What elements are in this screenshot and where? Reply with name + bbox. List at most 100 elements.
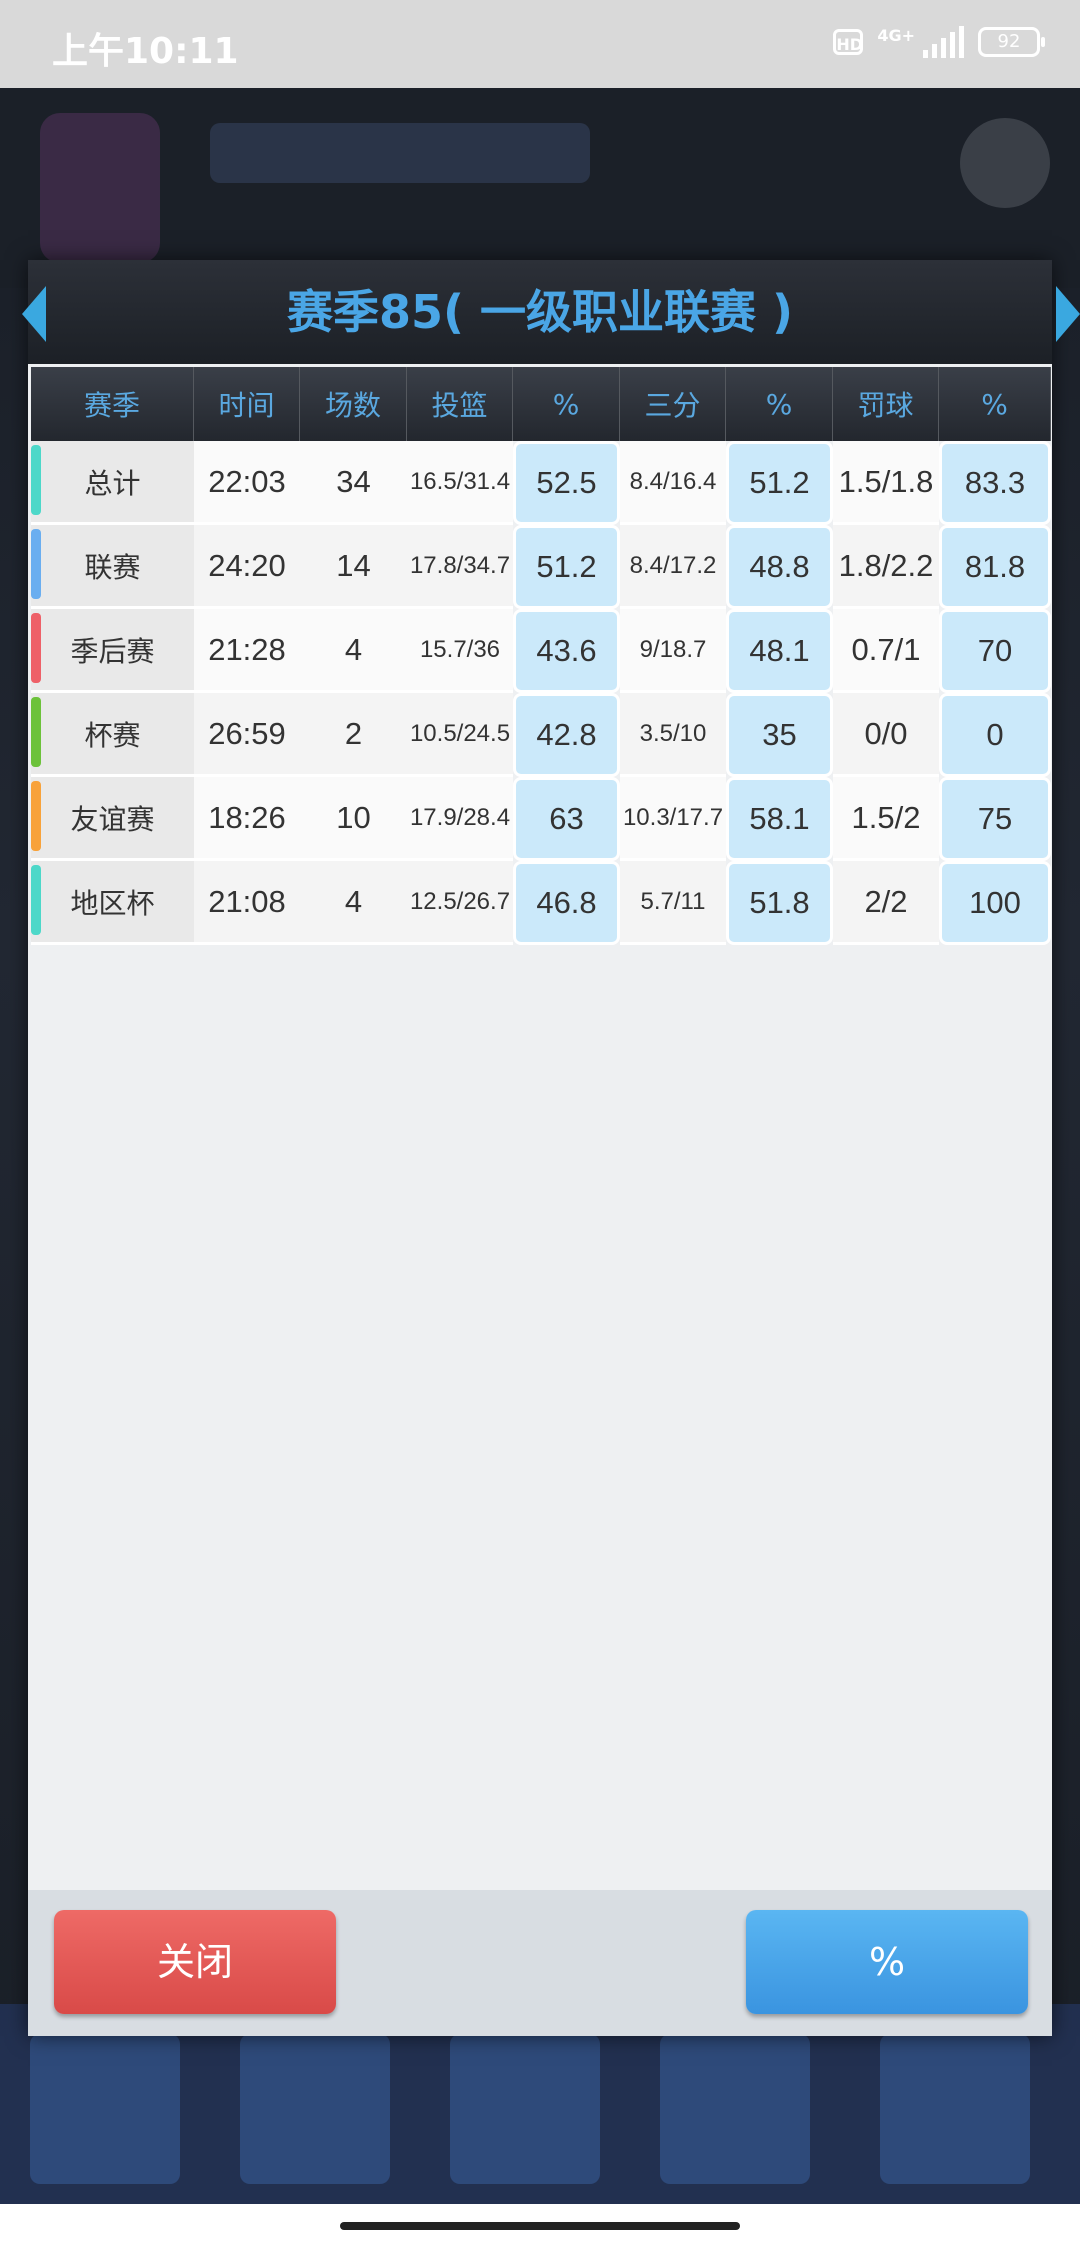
- col-header-season: 赛季: [31, 367, 194, 441]
- row-label-cell: 总计: [31, 441, 194, 525]
- games-cell: 14: [300, 525, 407, 609]
- 3p-cell: 3.5/10: [620, 693, 726, 777]
- time-cell: 21:28: [194, 609, 300, 693]
- ft-cell: 1.5/2: [833, 777, 939, 861]
- games-cell: 10: [300, 777, 407, 861]
- time-cell: 18:26: [194, 777, 300, 861]
- nav-chat-icon: [660, 2034, 810, 2184]
- table-row[interactable]: 季后赛 21:28 4 15.7/36 43.6 9/18.7 48.1 0.7/1 70: [31, 609, 1051, 693]
- fg-pct-cell: 52.5: [513, 441, 620, 525]
- game-header: [0, 88, 1080, 288]
- 3p-pct-cell: 48.1: [726, 609, 833, 693]
- 3p-pct-cell: 51.2: [726, 441, 833, 525]
- fg-cell: 17.9/28.4: [407, 777, 513, 861]
- dialog-title: 赛季85( 一级职业联赛 ): [286, 285, 794, 339]
- status-icons: HD 4G+ 92: [833, 26, 1045, 58]
- table-header-row: 赛季 时间 场数 投篮 % 三分 % 罚球 %: [31, 367, 1051, 441]
- hd-icon: HD: [833, 29, 864, 55]
- fg-pct-cell: 51.2: [513, 525, 620, 609]
- fg-cell: 17.8/34.7: [407, 525, 513, 609]
- ft-pct-cell: 83.3: [939, 441, 1051, 525]
- row-label: 季后赛: [70, 634, 155, 668]
- table-row[interactable]: 友谊赛 18:26 10 17.9/28.4 63 10.3/17.7 58.1 1.5/2 7…: [31, 777, 1051, 861]
- category-color-bar: [31, 697, 41, 767]
- category-color-bar: [31, 529, 41, 599]
- col-header-fg: 投篮: [407, 367, 513, 441]
- stats-table: 赛季 时间 场数 投篮 % 三分 % 罚球 % 总计 22:03 34 16.5/31…: [31, 367, 1051, 945]
- nav-yen-icon: [240, 2034, 390, 2184]
- table-row[interactable]: 总计 22:03 34 16.5/31.4 52.5 8.4/16.4 51.2 1.5/1.…: [31, 441, 1051, 525]
- percent-toggle-button[interactable]: %: [746, 1910, 1028, 2014]
- close-button[interactable]: 关闭: [54, 1910, 336, 2014]
- ft-cell: 0.7/1: [833, 609, 939, 693]
- 3p-cell: 8.4/16.4: [620, 441, 726, 525]
- 3p-pct-cell: 51.8: [726, 861, 833, 945]
- ft-cell: 2/2: [833, 861, 939, 945]
- table-row[interactable]: 地区杯 21:08 4 12.5/26.7 46.8 5.7/11 51.8 2/2 100: [31, 861, 1051, 945]
- fg-pct-cell: 43.6: [513, 609, 620, 693]
- team-logo: [40, 113, 160, 263]
- time-cell: 21:08: [194, 861, 300, 945]
- time-cell: 26:59: [194, 693, 300, 777]
- gear-icon: [960, 118, 1050, 208]
- category-color-bar: [31, 613, 41, 683]
- games-cell: 4: [300, 861, 407, 945]
- ft-pct-cell: 100: [939, 861, 1051, 945]
- row-label: 总计: [84, 466, 141, 500]
- battery-icon: 92: [978, 27, 1045, 57]
- 3p-pct-cell: 48.8: [726, 525, 833, 609]
- 3p-cell: 9/18.7: [620, 609, 726, 693]
- ft-cell: 0/0: [833, 693, 939, 777]
- games-cell: 4: [300, 609, 407, 693]
- next-season-arrow-icon[interactable]: [1056, 286, 1080, 342]
- col-header-3p-pct: %: [726, 367, 833, 441]
- 3p-pct-cell: 58.1: [726, 777, 833, 861]
- table-row[interactable]: 联赛 24:20 14 17.8/34.7 51.2 8.4/17.2 48.8 1.8/2.…: [31, 525, 1051, 609]
- row-label: 联赛: [84, 550, 141, 584]
- team-name-blurred: [210, 123, 590, 183]
- table-row[interactable]: 杯赛 26:59 2 10.5/24.5 42.8 3.5/10 35 0/0 0: [31, 693, 1051, 777]
- fg-cell: 15.7/36: [407, 609, 513, 693]
- fg-pct-cell: 63: [513, 777, 620, 861]
- row-label-cell: 友谊赛: [31, 777, 194, 861]
- dialog-footer: 关闭 %: [28, 1890, 1052, 2036]
- row-label-cell: 季后赛: [31, 609, 194, 693]
- ft-cell: 1.8/2.2: [833, 525, 939, 609]
- col-header-3p: 三分: [620, 367, 726, 441]
- category-color-bar: [31, 781, 41, 851]
- time-cell: 22:03: [194, 441, 300, 525]
- nav-court-icon: [450, 2034, 600, 2184]
- row-label: 友谊赛: [70, 802, 155, 836]
- ft-pct-cell: 81.8: [939, 525, 1051, 609]
- ft-pct-cell: 70: [939, 609, 1051, 693]
- ft-pct-cell: 75: [939, 777, 1051, 861]
- fg-cell: 12.5/26.7: [407, 861, 513, 945]
- prev-season-arrow-icon[interactable]: [22, 286, 46, 342]
- dialog-header: 赛季85( 一级职业联赛 ): [22, 260, 1080, 364]
- row-label-cell: 杯赛: [31, 693, 194, 777]
- status-time: 上午10:11: [52, 31, 239, 72]
- col-header-games: 场数: [300, 367, 407, 441]
- time-cell: 24:20: [194, 525, 300, 609]
- games-cell: 34: [300, 441, 407, 525]
- 3p-cell: 10.3/17.7: [620, 777, 726, 861]
- home-indicator[interactable]: [340, 2222, 740, 2230]
- category-color-bar: [31, 865, 41, 935]
- ft-pct-cell: 0: [939, 693, 1051, 777]
- 3p-cell: 8.4/17.2: [620, 525, 726, 609]
- category-color-bar: [31, 445, 41, 515]
- 3p-cell: 5.7/11: [620, 861, 726, 945]
- gesture-bar: [0, 2204, 1080, 2248]
- fg-pct-cell: 46.8: [513, 861, 620, 945]
- 3p-pct-cell: 35: [726, 693, 833, 777]
- row-label-cell: 地区杯: [31, 861, 194, 945]
- ft-cell: 1.5/1.8: [833, 441, 939, 525]
- row-label: 地区杯: [70, 886, 155, 920]
- col-header-ft-pct: %: [939, 367, 1051, 441]
- games-cell: 2: [300, 693, 407, 777]
- row-label: 杯赛: [84, 718, 141, 752]
- col-header-ft: 罚球: [833, 367, 939, 441]
- row-label-cell: 联赛: [31, 525, 194, 609]
- signal-icon: 4G+: [877, 26, 964, 58]
- fg-cell: 10.5/24.5: [407, 693, 513, 777]
